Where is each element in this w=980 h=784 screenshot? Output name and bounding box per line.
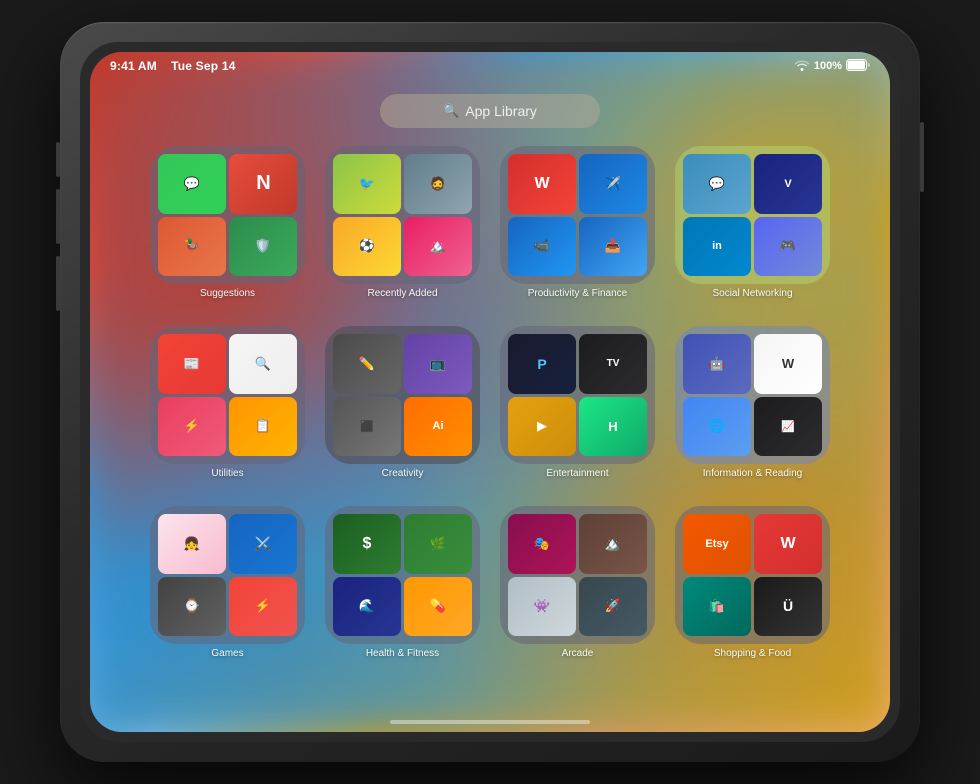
icon-creative-bg: ⬛ [333, 397, 401, 457]
volume-buttons [56, 142, 60, 311]
icon-reminders: 📋 [229, 397, 297, 457]
device-inner: 9:41 AM Tue Sep 14 100% [80, 42, 900, 742]
icon-wikipedia: W [754, 334, 822, 394]
volume-down-button [56, 256, 60, 311]
battery-icon [846, 59, 870, 74]
icon-linkedin: in [683, 217, 751, 277]
folder-recently-added[interactable]: 🐦 🧔 ⚽ 🏔️ Recently Added [325, 146, 480, 301]
icon-plex: ▶ [508, 397, 576, 457]
icon-notability: N [229, 154, 297, 214]
folder-creativity-label: Creativity [382, 468, 424, 479]
folder-creativity[interactable]: ✏️ 📺 ⬛ Ai Creativity [325, 326, 480, 481]
search-placeholder: App Library [465, 103, 537, 119]
icon-hulu: H [579, 397, 647, 457]
status-right: 100% [794, 59, 870, 74]
icon-twitch: 📺 [404, 334, 472, 394]
icon-messages: 💬 [158, 154, 226, 214]
folder-social-label: Social Networking [712, 288, 792, 299]
folder-information-label: Information & Reading [703, 468, 803, 479]
icon-spark: ✈️ [579, 154, 647, 214]
icon-illustrator: Ai [404, 397, 472, 457]
icon-calm: 🌊 [333, 577, 401, 637]
folder-utilities-label: Utilities [211, 468, 243, 479]
icon-duckduckgo: 🦆 [158, 217, 226, 277]
folder-health-label: Health & Fitness [366, 648, 439, 659]
icon-dropbox: 📥 [579, 217, 647, 277]
icon-reeder: 📰 [158, 334, 226, 394]
app-library-grid: 💬 N 🦆 🛡️ Suggestions 🐦 🧔 ⚽ [140, 146, 840, 666]
folder-productivity-label: Productivity & Finance [528, 288, 628, 299]
folder-arcade-label: Arcade [562, 648, 594, 659]
icon-magnifier: 🔍 [229, 334, 297, 394]
icon-discord: 🎮 [754, 217, 822, 277]
folder-productivity[interactable]: W ✈️ 📹 📥 Productivity & Finance [500, 146, 655, 301]
folder-entertainment-label: Entertainment [546, 468, 608, 479]
icon-mountain: 🏔️ [404, 217, 472, 277]
icon-uber: Ü [754, 577, 822, 637]
status-bar: 9:41 AM Tue Sep 14 100% [90, 52, 890, 80]
search-icon: 🔍 [443, 103, 459, 119]
folder-recently-label: Recently Added [367, 288, 437, 299]
icon-etsy: Etsy [683, 514, 751, 574]
folder-entertainment[interactable]: P TV ▶ H Entertainment [500, 326, 655, 481]
status-time: 9:41 AM Tue Sep 14 [110, 59, 236, 73]
folder-suggestions-label: Suggestions [200, 288, 255, 299]
date-text: Tue Sep 14 [171, 59, 235, 73]
silent-button [56, 142, 60, 177]
icon-ai-robot: 🤖 [683, 334, 751, 394]
icon-paramount: P [508, 334, 576, 394]
folder-suggestions[interactable]: 💬 N 🦆 🛡️ Suggestions [150, 146, 305, 301]
icon-stocks: 📈 [754, 397, 822, 457]
icon-arcade-3: 👾 [508, 577, 576, 637]
icon-robinhoodie: 🛡️ [229, 217, 297, 277]
folder-social[interactable]: 💬 V in 🎮 Social Networking [675, 146, 830, 301]
time-text: 9:41 AM [110, 59, 157, 73]
folder-utilities[interactable]: 📰 🔍 ⚡ 📋 Utilities [150, 326, 305, 481]
icon-arcade-2: 🏔️ [579, 514, 647, 574]
folder-games-label: Games [211, 648, 243, 659]
icon-pokemon: ⚡ [229, 577, 297, 637]
icon-zoom: 📹 [508, 217, 576, 277]
volume-up-button [56, 189, 60, 244]
search-bar[interactable]: 🔍 App Library [380, 94, 600, 128]
icon-shortcuts: ⚡ [158, 397, 226, 457]
icon-vectornator: ✏️ [333, 334, 401, 394]
icon-vero: V [754, 154, 822, 214]
icon-health-app: 💊 [404, 577, 472, 637]
folder-health[interactable]: $ 🌿 🌊 💊 Health & Fitness [325, 506, 480, 661]
icon-watch-game: ⌚ [158, 577, 226, 637]
content-area: 🔍 App Library 💬 N 🦆 🛡️ Sugges [90, 80, 890, 732]
wifi-icon [794, 59, 810, 74]
icon-leaf: 🌿 [404, 514, 472, 574]
icon-ms-office: W [508, 154, 576, 214]
folder-games[interactable]: 👧 ⚔️ ⌚ ⚡ Games [150, 506, 305, 661]
icon-arcade-4: 🚀 [579, 577, 647, 637]
icon-clash: ⚔️ [229, 514, 297, 574]
folder-shopping[interactable]: Etsy W 🛍️ Ü Shopping & Food [675, 506, 830, 661]
icon-animal-game: 🐦 [333, 154, 401, 214]
icon-apple-tv: TV [579, 334, 647, 394]
ipad-screen: 9:41 AM Tue Sep 14 100% [90, 52, 890, 732]
ipad-device: 9:41 AM Tue Sep 14 100% [60, 22, 920, 762]
icon-ball: ⚽ [333, 217, 401, 277]
icon-browser: 🌐 [683, 397, 751, 457]
icon-arcade-1: 🎭 [508, 514, 576, 574]
icon-anime-game: 👧 [158, 514, 226, 574]
folder-arcade[interactable]: 🎭 🏔️ 👾 🚀 Arcade [500, 506, 655, 661]
battery-text: 100% [814, 60, 842, 72]
icon-avatar: 🧔 [404, 154, 472, 214]
icon-walgreens: W [754, 514, 822, 574]
icon-signal: 💬 [683, 154, 751, 214]
icon-shop: 🛍️ [683, 577, 751, 637]
icon-salary: $ [333, 514, 401, 574]
folder-information[interactable]: 🤖 W 🌐 📈 Information & Reading [675, 326, 830, 481]
home-indicator [390, 720, 590, 724]
power-button [920, 122, 924, 192]
folder-shopping-label: Shopping & Food [714, 648, 791, 659]
